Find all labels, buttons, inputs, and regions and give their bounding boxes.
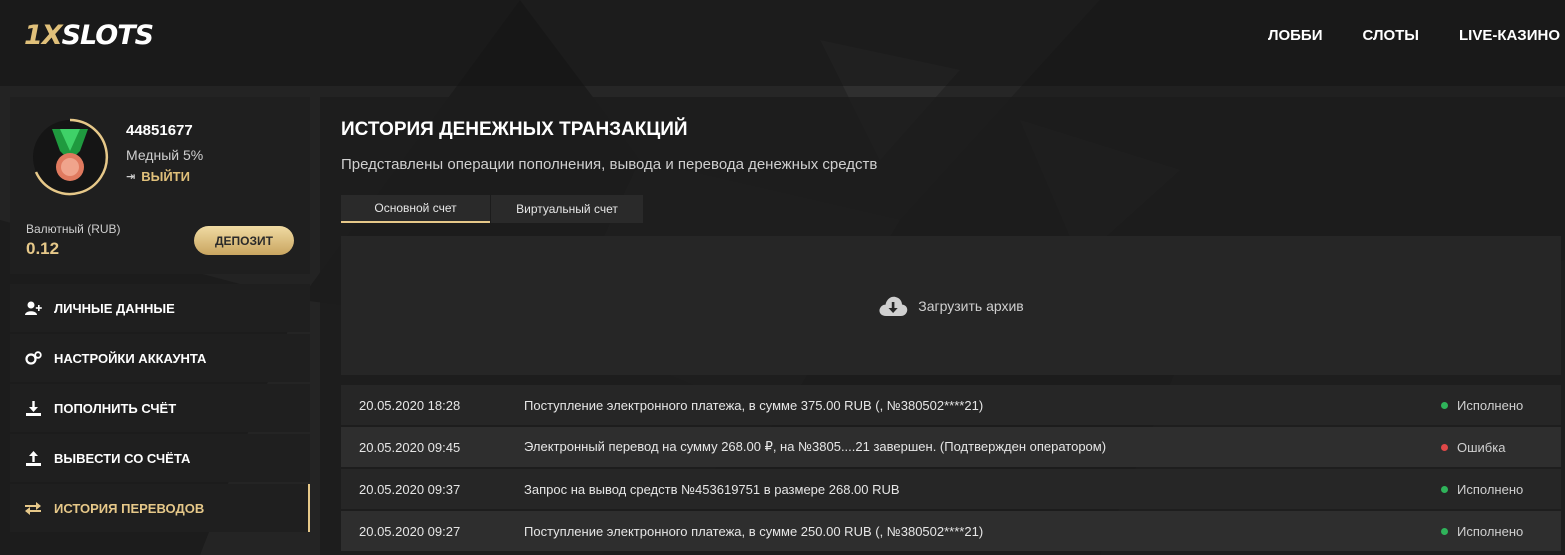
archive-label: Загрузить архив <box>918 297 1024 314</box>
tx-description: Запрос на вывод средств №453619751 в раз… <box>524 481 900 497</box>
tx-date: 20.05.2020 18:28 <box>359 397 461 413</box>
page-title: ИСТОРИЯ ДЕНЕЖНЫХ ТРАНЗАКЦИЙ <box>341 119 688 140</box>
download-archive-button[interactable]: Загрузить архив <box>341 236 1561 375</box>
sidebar-item-account-settings[interactable]: НАСТРОЙКИ АККАУНТА <box>10 334 310 382</box>
nav-slots[interactable]: СЛОТЫ <box>1362 27 1419 44</box>
nav-live-casino[interactable]: LIVE-КАЗИНО <box>1459 27 1560 44</box>
table-row: 20.05.2020 09:37 Запрос на вывод средств… <box>341 469 1561 509</box>
status-label: Ошибка <box>1457 439 1506 455</box>
sidebar-menu: ЛИЧНЫЕ ДАННЫЕ НАСТРОЙКИ АККАУНТА ПОПОЛНИ… <box>10 284 310 534</box>
cloud-download-icon <box>878 295 908 317</box>
tx-description: Поступление электронного платежа, в сумм… <box>524 397 984 413</box>
status-label: Исполнено <box>1457 481 1524 497</box>
medal-icon <box>33 118 109 196</box>
gears-icon <box>24 349 42 367</box>
download-icon <box>24 399 42 417</box>
tx-date: 20.05.2020 09:37 <box>359 481 461 497</box>
logout-label: ВЫЙТИ <box>141 169 190 184</box>
upload-icon <box>24 449 42 467</box>
status-dot <box>1441 485 1448 493</box>
tx-description: Электронный перевод на сумму 268.00 ₽, н… <box>524 439 1107 454</box>
status-dot <box>1441 401 1448 409</box>
status-badge: Исполнено <box>1441 524 1523 539</box>
user-plus-icon <box>24 299 42 317</box>
account-tabs: Основной счет Виртуальный счет <box>341 195 643 223</box>
user-id: 44851677 <box>126 122 193 139</box>
deposit-button[interactable]: ДЕПОЗИТ <box>194 226 294 255</box>
tab-virtual-account[interactable]: Виртуальный счет <box>491 195 643 223</box>
transaction-list: 20.05.2020 18:28 Поступление электронног… <box>341 385 1561 553</box>
user-level: Медный 5% <box>126 147 204 163</box>
status-label: Исполнено <box>1457 523 1524 539</box>
table-row: 20.05.2020 18:28 Поступление электронног… <box>341 385 1561 425</box>
tx-description: Поступление электронного платежа, в сумм… <box>524 523 984 539</box>
page-subtitle: Представлены операции пополнения, вывода… <box>341 156 878 173</box>
main-nav: ЛОББИ СЛОТЫ LIVE-КАЗИНО <box>1228 27 1560 44</box>
tx-date: 20.05.2020 09:45 <box>359 439 461 455</box>
status-label: Исполнено <box>1457 397 1524 413</box>
tab-main-account[interactable]: Основной счет <box>341 195 490 223</box>
main-panel: ИСТОРИЯ ДЕНЕЖНЫХ ТРАНЗАКЦИЙ Представлены… <box>320 97 1565 555</box>
logo[interactable]: 1XSLOTS <box>24 20 154 51</box>
status-badge: Исполнено <box>1441 398 1523 413</box>
status-dot <box>1441 527 1448 535</box>
avatar <box>30 117 110 197</box>
sidebar-item-label: НАСТРОЙКИ АККАУНТА <box>54 350 207 366</box>
sidebar-item-transfer-history[interactable]: ИСТОРИЯ ПЕРЕВОДОВ <box>10 484 310 532</box>
balance-label: Валютный (RUB) <box>26 222 121 236</box>
sidebar-item-personal-data[interactable]: ЛИЧНЫЕ ДАННЫЕ <box>10 284 310 332</box>
sidebar-item-label: ПОПОЛНИТЬ СЧЁТ <box>54 400 177 416</box>
status-badge: Исполнено <box>1441 482 1523 497</box>
table-row: 20.05.2020 09:45 Электронный перевод на … <box>341 427 1561 467</box>
tx-date: 20.05.2020 09:27 <box>359 523 461 539</box>
nav-lobby[interactable]: ЛОББИ <box>1268 27 1323 44</box>
sidebar-item-label: ИСТОРИЯ ПЕРЕВОДОВ <box>54 500 205 516</box>
profile-card: 44851677 Медный 5% ⇥ ВЫЙТИ Валютный (RUB… <box>10 97 310 274</box>
sidebar-item-withdraw[interactable]: ВЫВЕСТИ СО СЧЁТА <box>10 434 310 482</box>
top-header: 1XSLOTS ЛОББИ СЛОТЫ LIVE-КАЗИНО <box>0 0 1565 86</box>
logout-link[interactable]: ⇥ ВЫЙТИ <box>126 169 190 184</box>
logout-icon: ⇥ <box>126 171 136 183</box>
table-row: 20.05.2020 09:27 Поступление электронног… <box>341 511 1561 551</box>
status-badge: Ошибка <box>1441 440 1505 455</box>
sidebar-item-label: ВЫВЕСТИ СО СЧЁТА <box>54 450 191 466</box>
transfer-arrows-icon <box>24 499 42 517</box>
balance-value: 0.12 <box>26 239 60 258</box>
status-dot <box>1441 443 1448 451</box>
sidebar-item-label: ЛИЧНЫЕ ДАННЫЕ <box>54 300 175 316</box>
sidebar-item-deposit[interactable]: ПОПОЛНИТЬ СЧЁТ <box>10 384 310 432</box>
